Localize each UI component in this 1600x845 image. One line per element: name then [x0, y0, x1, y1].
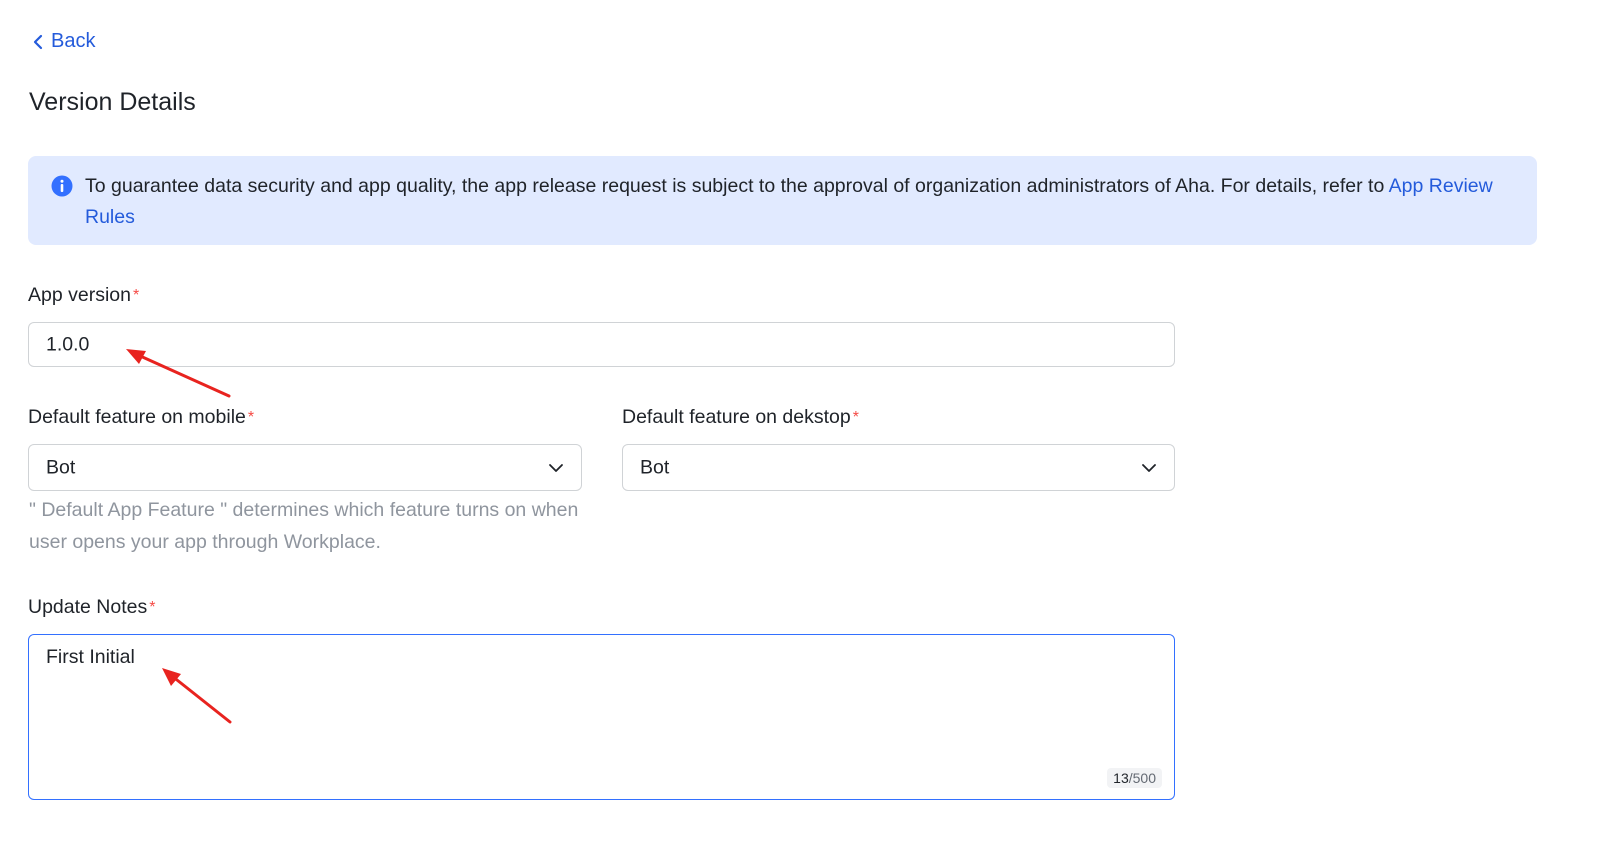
- default-desktop-label: Default feature on dekstop *: [622, 406, 859, 429]
- required-mark: *: [132, 287, 140, 304]
- chevron-down-icon: [549, 463, 563, 472]
- app-version-value: 1.0.0: [46, 333, 90, 355]
- update-notes-label-text: Update Notes: [28, 596, 148, 618]
- back-link[interactable]: Back: [31, 30, 95, 53]
- info-notice: To guarantee data security and app quali…: [28, 156, 1537, 245]
- character-count-current: 13: [1113, 770, 1129, 786]
- default-mobile-label-text: Default feature on mobile: [28, 406, 246, 428]
- required-mark: *: [149, 599, 156, 616]
- info-icon: [51, 175, 73, 197]
- update-notes-label: Update Notes *: [28, 596, 155, 619]
- default-desktop-label-text: Default feature on dekstop: [622, 406, 851, 428]
- chevron-down-icon: [1142, 463, 1156, 472]
- app-version-label-text: App version: [28, 284, 131, 306]
- required-mark: *: [247, 409, 255, 426]
- default-mobile-value: Bot: [46, 456, 76, 478]
- notice-text: To guarantee data security and app quali…: [85, 171, 1497, 233]
- notice-message: To guarantee data security and app quali…: [85, 175, 1389, 197]
- character-count-max: /500: [1128, 770, 1156, 786]
- update-notes-textarea[interactable]: First Initial 13/500: [28, 634, 1175, 800]
- character-counter: 13/500: [1107, 768, 1162, 788]
- default-desktop-value: Bot: [640, 456, 670, 478]
- default-feature-hint: " Default App Feature " determines which…: [29, 499, 579, 553]
- page-title: Version Details: [29, 88, 196, 116]
- default-mobile-label: Default feature on mobile *: [28, 406, 254, 429]
- app-version-input[interactable]: 1.0.0: [28, 322, 1175, 367]
- app-version-label: App version *: [28, 284, 139, 307]
- update-notes-value: First Initial: [46, 646, 135, 668]
- back-label: Back: [51, 30, 96, 52]
- default-mobile-select[interactable]: Bot: [28, 444, 582, 491]
- required-mark: *: [852, 409, 859, 426]
- default-desktop-select[interactable]: Bot: [622, 444, 1175, 491]
- chevron-left-icon: [33, 34, 43, 49]
